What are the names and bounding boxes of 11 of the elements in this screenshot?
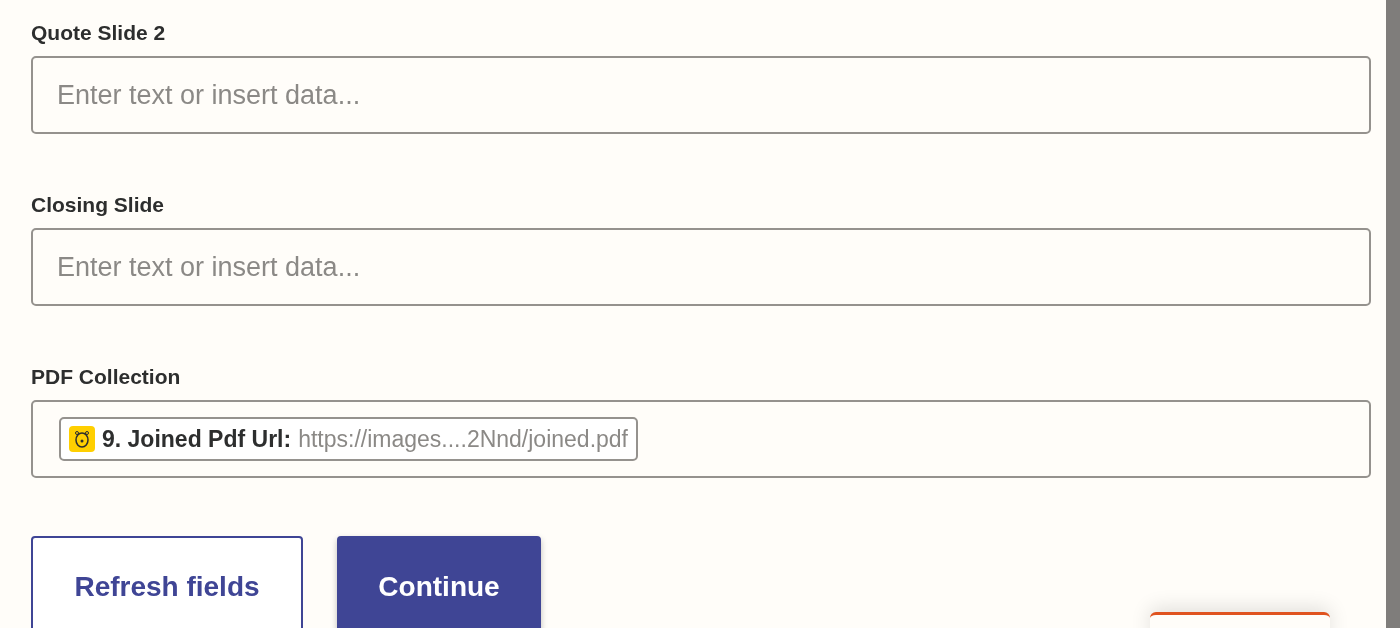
input-field[interactable]: Enter text or insert data...	[31, 56, 1371, 134]
data-pill[interactable]: 9. Joined Pdf Url: https://images....2Nnd/joined.pdf	[59, 416, 638, 462]
field-label: PDF Collection	[31, 364, 182, 390]
field-label: Quote Slide 2	[31, 20, 167, 46]
continue-button[interactable]: Continue	[337, 536, 541, 628]
bear-icon	[69, 426, 95, 452]
input-field[interactable]: Enter text or insert data...	[31, 228, 1371, 306]
field-label: Closing Slide	[31, 192, 165, 218]
input-field[interactable]: 9. Joined Pdf Url: https://images....2Nnd/joined.pdf	[31, 400, 1371, 478]
scrollbar[interactable]	[1386, 0, 1400, 628]
refresh-button[interactable]: Refresh fields	[31, 536, 303, 628]
